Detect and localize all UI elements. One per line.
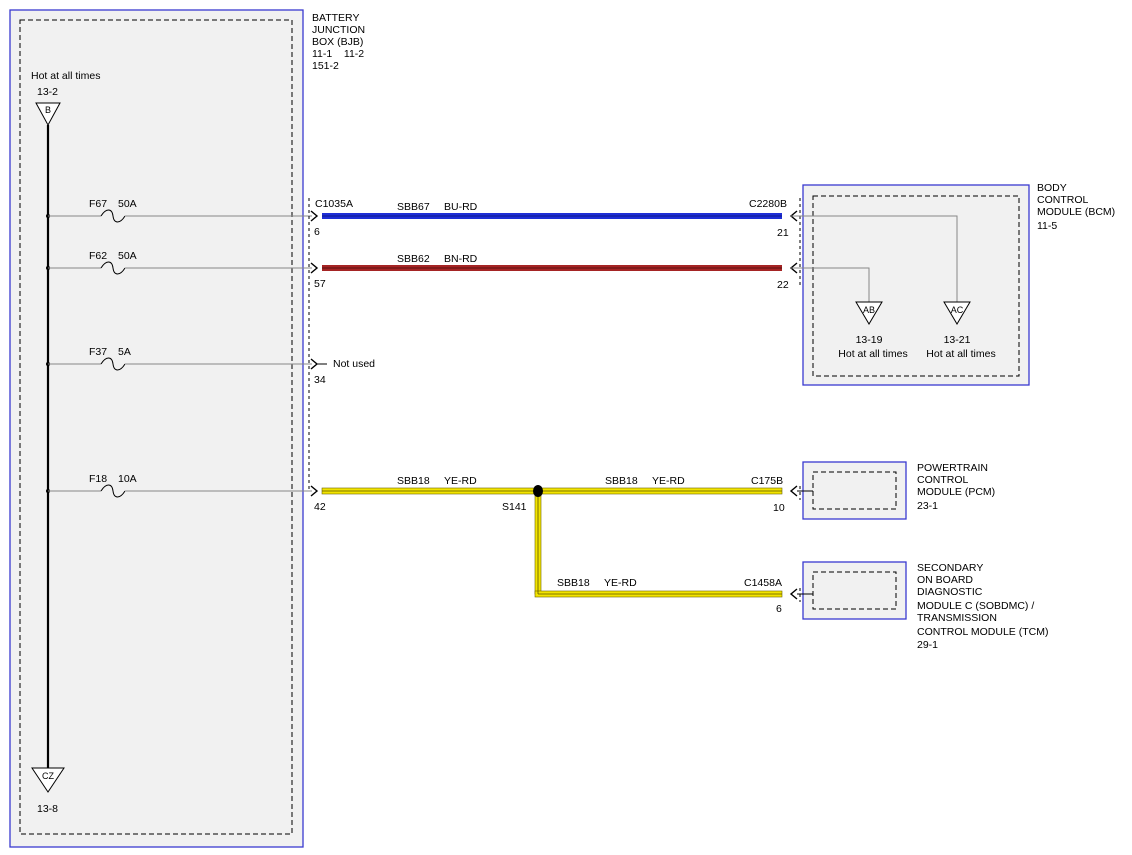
bjb-box — [9, 9, 304, 848]
tcm-box — [802, 561, 907, 620]
pin-42-label: 42 — [314, 501, 326, 513]
bjb-bottom-ref: 13-8 — [37, 803, 58, 815]
bcm-label-line: MODULE (BCM) — [1037, 206, 1115, 218]
pcm-box — [802, 461, 907, 520]
tcm-label-line: SECONDARY — [917, 562, 983, 574]
tcm-label-line: TRANSMISSION — [917, 612, 997, 624]
wire-sbb62-color: BN-RD — [444, 253, 478, 265]
bcm-ac-ref: 13-21 — [944, 334, 971, 346]
pin-21-label: 21 — [777, 227, 789, 239]
connector-chevron-icon — [789, 485, 798, 497]
bcm-label-line: BODY — [1037, 182, 1067, 194]
wire-sbb18-a-circuit: SBB18 — [397, 475, 430, 487]
connector-c175b-label: C175B — [751, 475, 783, 487]
fuse-f62-rating: 50A — [118, 250, 137, 262]
tcm-label: SECONDARY ON BOARD DIAGNOSTIC MODULE C (… — [917, 562, 1051, 651]
wire-sbb67-circuit: SBB67 — [397, 201, 430, 213]
wire-sbb18-a-color: YE-RD — [444, 475, 477, 487]
fuse-f37-id: F37 — [89, 346, 107, 358]
fuse-f37-rating: 5A — [118, 346, 131, 358]
splice-s141-label: S141 — [502, 501, 527, 513]
bcm-label-line: CONTROL — [1037, 194, 1088, 206]
pcm-label: POWERTRAIN CONTROL MODULE (PCM) 23-1 — [917, 462, 998, 512]
splice-s141-dot — [533, 485, 543, 497]
tcm-label-line: MODULE C (SOBDMC) / — [917, 600, 1034, 612]
tcm-label-line: CONTROL MODULE (TCM) — [917, 626, 1048, 638]
bcm-ac-text: Hot at all times — [926, 348, 995, 360]
bcm-label-line: 11-5 — [1037, 220, 1057, 232]
bcm-label: BODY CONTROL MODULE (BCM) 11-5 — [1037, 182, 1118, 232]
wire-sbb18-c-circuit: SBB18 — [557, 577, 590, 589]
wire-sbb67-color: BU-RD — [444, 201, 478, 213]
connector-c1035a-label: C1035A — [315, 198, 353, 210]
bjb-label-line: BATTERY — [312, 12, 359, 24]
tcm-label-line: DIAGNOSTIC — [917, 586, 983, 598]
fuse-f18-id: F18 — [89, 473, 107, 485]
bcm-ab-letter: AB — [863, 305, 875, 315]
pcm-label-line: 23-1 — [917, 500, 938, 512]
wire-sbb18-b-circuit: SBB18 — [605, 475, 638, 487]
wire-sbb18-c-color: YE-RD — [604, 577, 637, 589]
bottom-ref-letter: CZ — [42, 771, 54, 781]
not-used-label: Not used — [333, 358, 375, 370]
wire-sbb62-circuit: SBB62 — [397, 253, 430, 265]
bjb-label-line: JUNCTION — [312, 24, 365, 36]
pin-6-label: 6 — [314, 226, 320, 238]
pin-34-label: 34 — [314, 374, 326, 386]
fuse-f67-id: F67 — [89, 198, 107, 210]
bcm-ab-text: Hot at all times — [838, 348, 907, 360]
bcm-ac-letter: AC — [951, 305, 964, 315]
bcm-ab-ref: 13-19 — [856, 334, 883, 346]
connector-c2280b-label: C2280B — [749, 198, 787, 210]
bjb-label: BATTERY JUNCTION BOX (BJB) 11-1 11-2 151… — [312, 12, 368, 72]
fuse-f18-rating: 10A — [118, 473, 137, 485]
bjb-hot-label: Hot at all times — [31, 70, 100, 82]
bjb-label-line: BOX (BJB) — [312, 36, 363, 48]
connector-chevron-icon — [789, 588, 798, 600]
bjb-top-ref: 13-2 — [37, 86, 58, 98]
wire-sbb18-b-color: YE-RD — [652, 475, 685, 487]
pcm-label-line: MODULE (PCM) — [917, 486, 995, 498]
wiring-diagram: BATTERY JUNCTION BOX (BJB) 11-1 11-2 151… — [9, 9, 1118, 848]
tcm-label-line: ON BOARD — [917, 574, 973, 586]
pcm-label-line: CONTROL — [917, 474, 968, 486]
fuse-f62-id: F62 — [89, 250, 107, 262]
pin-6-tcm-label: 6 — [776, 603, 782, 615]
tcm-label-line: 29-1 — [917, 639, 938, 651]
bjb-label-line: 11-1 11-2 — [312, 48, 364, 60]
power-source-letter: B — [45, 105, 51, 115]
connector-c1458a-label: C1458A — [744, 577, 782, 589]
bjb-label-line: 151-2 — [312, 60, 339, 72]
fuse-f67-rating: 50A — [118, 198, 137, 210]
pin-57-label: 57 — [314, 278, 326, 290]
pin-22-label: 22 — [777, 279, 789, 291]
pin-10-label: 10 — [773, 502, 785, 514]
pcm-label-line: POWERTRAIN — [917, 462, 988, 474]
